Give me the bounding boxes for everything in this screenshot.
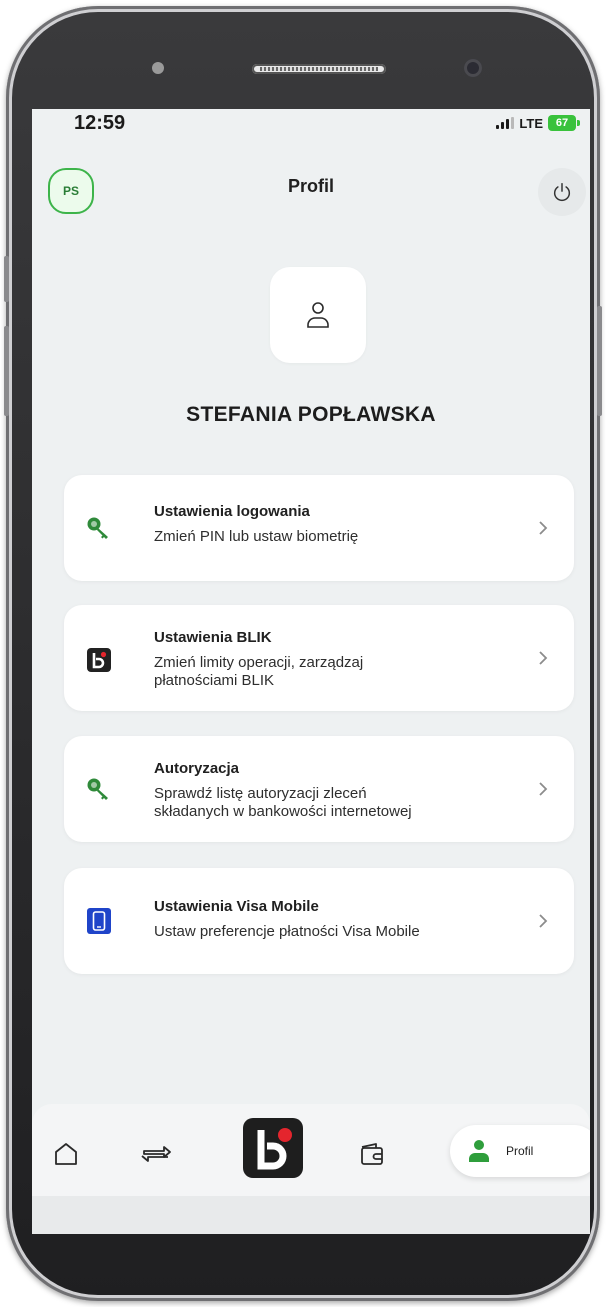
power-side-button [597,306,602,416]
menu-item-subtitle: Sprawdź listę autoryzacji zleceń składan… [154,785,514,821]
phone-frame: 12:59 LTE 67 PS Profil STEFANIA POPŁAWSK… [4,6,602,1301]
nav-wallet[interactable] [354,1136,390,1172]
battery-icon: 67 [548,115,580,131]
menu-item-authorization[interactable]: Autoryzacja Sprawdź listę autoryzacji zl… [64,736,574,842]
profile-icon [469,1140,489,1162]
transfer-icon [141,1146,171,1162]
menu-item-subtitle: Ustaw preferencje płatności Visa Mobile [154,923,420,940]
home-icon [55,1143,77,1165]
signal-icon [496,117,515,129]
nav-blik[interactable] [243,1118,303,1178]
menu-item-subtitle: Zmień limity operacji, zarządzaj płatnoś… [154,654,514,690]
menu-item-title: Ustawienia logowania [154,503,310,520]
app-screen: 12:59 LTE 67 PS Profil STEFANIA POPŁAWSK… [32,109,590,1234]
power-icon [553,183,571,202]
wallet-icon [361,1143,383,1165]
user-icon [307,302,329,328]
status-time: 12:59 [74,112,126,134]
subtitle-line: płatnościami BLIK [154,672,275,689]
subtitle-line: Sprawdź listę autoryzacji zleceń [154,785,367,802]
phone-icon [86,908,112,934]
chevron-right-icon [539,521,548,535]
page-title: Profil [287,176,334,196]
blik-icon [257,1128,292,1170]
network-label: LTE [519,115,543,131]
status-indicators: LTE 67 [496,115,580,131]
proximity-sensor [152,62,164,74]
nav-home[interactable] [48,1136,84,1172]
menu-item-subtitle: Zmień PIN lub ustaw biometrię [154,528,359,545]
chevron-right-icon [539,782,548,796]
bottom-navigation: Profil [32,1104,590,1196]
menu-item-title: Autoryzacja [154,760,240,777]
profile-picture [270,267,366,363]
battery-level: 67 [555,117,569,129]
earpiece-speaker [252,64,386,74]
subtitle-line: składanych w bankowości internetowej [154,803,412,820]
key-icon [86,515,112,541]
nav-profile[interactable]: Profil [450,1125,590,1177]
chevron-right-icon [539,651,548,665]
nav-transfers[interactable] [136,1136,176,1172]
profile-name: STEFANIA POPŁAWSKA [186,403,436,426]
subtitle-line: Zmień limity operacji, zarządzaj [154,654,364,671]
chevron-right-icon [539,914,548,928]
menu-item-login-settings[interactable]: Ustawienia logowania Zmień PIN lub ustaw… [64,475,574,581]
blik-icon [86,647,112,673]
nav-profile-label: Profil [506,1144,534,1158]
menu-item-title: Ustawienia Visa Mobile [154,898,319,915]
front-camera [464,59,482,77]
volume-button [4,326,9,416]
menu-item-blik-settings[interactable]: Ustawienia BLIK Zmień limity operacji, z… [64,605,574,711]
menu-item-title: Ustawienia BLIK [154,629,272,646]
volume-button [4,256,9,302]
system-home-area [32,1196,590,1234]
menu-item-visa-mobile[interactable]: Ustawienia Visa Mobile Ustaw preferencje… [64,868,574,974]
logout-button[interactable] [538,168,586,216]
key-icon [86,776,112,802]
